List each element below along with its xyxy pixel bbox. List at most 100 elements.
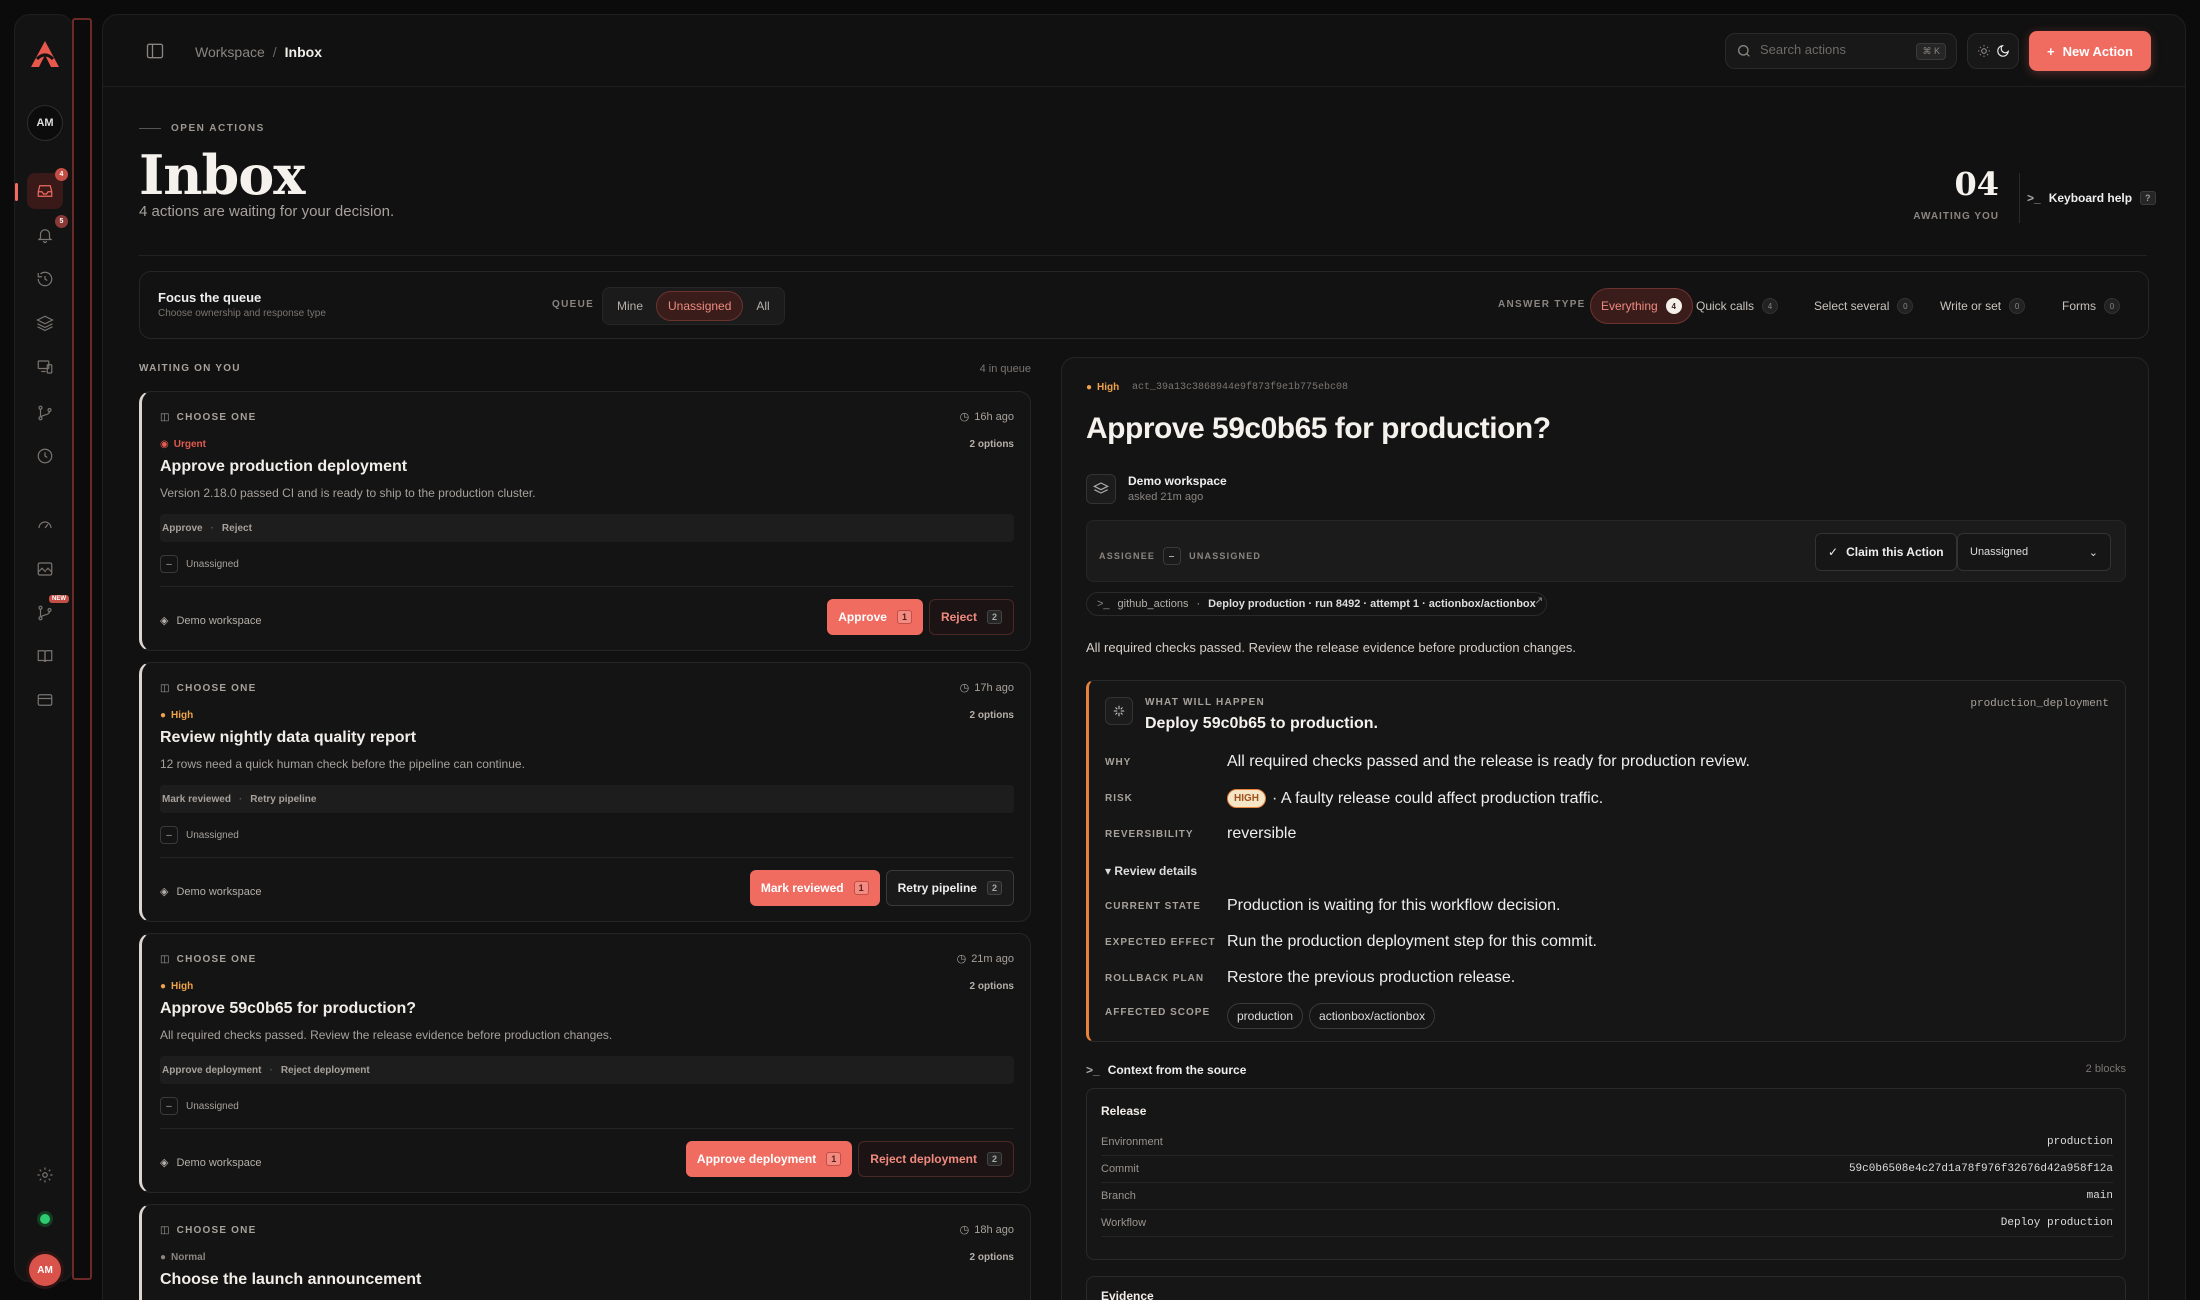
history-icon[interactable] [31,265,59,293]
action-id: act_39a13c3868944e9f873f9e1b775ebc08 [1132,382,1349,393]
answer-type-everything[interactable]: Everything 4 [1590,288,1693,324]
claim-action-button[interactable]: ✓ Claim this Action [1815,533,1957,571]
search-input[interactable] [1760,42,1910,57]
approve-deployment-button[interactable]: Approve deployment 1 [685,1141,853,1177]
priority-label: High [171,981,194,992]
row-label: AFFECTED SCOPE [1105,1007,1211,1018]
card-description: Version 2.18.0 passed CI and is ready to… [160,486,536,500]
divider [2019,173,2020,223]
chevron-down-icon: ⌄ [2088,546,2098,559]
options-count: 2 options [969,1252,1014,1263]
detail-asked-time: asked 21m ago [1128,491,1204,503]
answer-type-forms[interactable]: Forms 0 [2052,288,2130,324]
clock-icon[interactable] [31,442,59,470]
reject-deployment-button[interactable]: Reject deployment 2 [858,1141,1014,1177]
workspace-label: Demo workspace [176,885,262,898]
layers-icon: ◈ [160,1157,169,1169]
answer-type-quick-calls[interactable]: Quick calls 4 [1686,288,1788,324]
action-card[interactable]: ◫ CHOOSE ONE ◷ 18h ago ● Normal 2 options C… [139,1204,1031,1300]
priority-badge: ● Normal [160,1252,206,1263]
app-logo-icon[interactable] [29,39,61,69]
action-card[interactable]: ◫ CHOOSE ONE ◷ 17h ago ● High 2 options Rev… [139,662,1031,922]
card-title: Review nightly data quality report [160,729,417,746]
row-label: ROLLBACK PLAN [1105,973,1205,984]
card-time-label: 21m ago [971,952,1014,965]
gauge-icon[interactable] [31,511,59,539]
assignee-select[interactable]: Unassigned ⌄ [1957,533,2111,571]
answer-type-label: ANSWER TYPE [1498,299,1586,310]
image-icon[interactable] [31,555,59,583]
search-shortcut-hint: ⌘ K [1916,43,1946,60]
review-details-toggle[interactable]: ▾ Review details [1105,864,1197,878]
source-chip[interactable]: >_ github_actions · Deploy production · … [1086,592,1547,616]
answer-type-select-several[interactable]: Select several 0 [1804,288,1923,324]
queue-option-all[interactable]: All [745,291,780,321]
mark-reviewed-button[interactable]: Mark reviewed 1 [749,870,880,906]
settings-gear-icon[interactable] [31,1161,59,1189]
scope-tag: production [1227,1003,1304,1029]
search-box[interactable]: ⌘ K [1725,33,1957,69]
reject-button[interactable]: Reject 2 [928,599,1014,635]
answer-type-count: 0 [2009,298,2026,314]
filter-subtitle: Choose ownership and response type [158,308,326,319]
layers-icon[interactable] [31,309,59,337]
action-card[interactable]: ◫ CHOOSE ONE ◷ 16h ago ◉ Urgent 2 options A… [139,391,1031,651]
shortcut-key: 2 [986,610,1002,624]
queue-count: 4 in queue [979,363,1031,375]
retry-pipeline-button[interactable]: Retry pipeline 2 [885,870,1014,906]
high-dot-icon: ● [1086,382,1093,393]
devices-icon[interactable] [31,353,59,381]
theme-toggle[interactable] [1967,33,2019,69]
queue-option-mine[interactable]: Mine [606,291,654,321]
plus-icon: + [2047,43,2055,59]
card-workspace: ◈ Demo workspace [160,885,262,899]
workflow-icon[interactable] [31,599,59,627]
layers-icon: ◈ [160,886,169,898]
options-count: 2 options [969,710,1014,721]
context-heading[interactable]: >_ Context from the source 2 blocks [1086,1063,2126,1077]
git-branch-icon[interactable] [31,399,59,427]
card-icon[interactable] [31,686,59,714]
moon-icon[interactable] [1996,44,2010,58]
sidebar-toggle-icon[interactable] [145,41,165,61]
detail-priority: ● High [1086,382,1119,393]
answer-type-write-or-set[interactable]: Write or set 0 [1930,288,2035,324]
context-value: Deploy production [2000,1217,2113,1229]
bell-icon[interactable] [31,221,59,249]
queue-option-unassigned[interactable]: Unassigned [656,291,744,321]
main-panel: Workspace / Inbox ⌘ K + New Action OPEN ACT… [102,14,2186,1300]
urgent-icon: ◉ [160,439,169,450]
release-context-block: Release Environment production Commit 59c0… [1086,1088,2126,1260]
terminal-icon: >_ [1086,1063,1100,1077]
context-row: Environment production [1101,1129,2113,1156]
filter-title: Focus the queue [158,290,262,305]
row-label: CURRENT STATE [1105,901,1201,912]
external-link-icon[interactable]: ↗ [1534,594,1543,607]
new-action-button[interactable]: + New Action [2029,31,2151,71]
breadcrumb-workspace[interactable]: Workspace [195,44,265,60]
card-divider [160,1128,1014,1129]
context-value: 59c0b6508e4c27d1a78f976f32676d42a958f12a [1848,1163,2113,1175]
wwh-code: production_deployment [1970,698,2109,710]
choice-b: Retry pipeline [250,793,317,805]
row-value: · A faulty release could affect producti… [1272,789,1604,807]
priority-label: High [171,710,194,721]
action-card[interactable]: ◫ CHOOSE ONE ◷ 21m ago ● High 2 options App… [139,933,1031,1193]
approve-button[interactable]: Approve 1 [827,599,923,635]
workspace-avatar[interactable]: AM [27,105,63,141]
queue-heading: WAITING ON YOU 4 in queue [139,363,1031,375]
shortcut-key: 1 [853,881,869,895]
book-icon[interactable] [31,642,59,670]
claim-label: Claim this Action [1846,545,1944,559]
assignee-label: Unassigned [186,1100,239,1112]
keyboard-help-button[interactable]: >_ Keyboard help ? [2027,191,2156,205]
terminal-icon: >_ [2027,191,2041,205]
release-title: Release [1101,1104,1147,1118]
clock-icon: ◷ [956,953,967,965]
user-avatar[interactable]: AM [29,1254,61,1286]
row-value: Run the production deployment step for t… [1227,933,1597,950]
answer-type-label-text: Select several [1814,299,1890,313]
detail-workspace: Demo workspace [1128,474,1227,488]
sun-icon[interactable] [1977,44,1991,58]
card-assignee: – Unassigned [160,555,239,573]
